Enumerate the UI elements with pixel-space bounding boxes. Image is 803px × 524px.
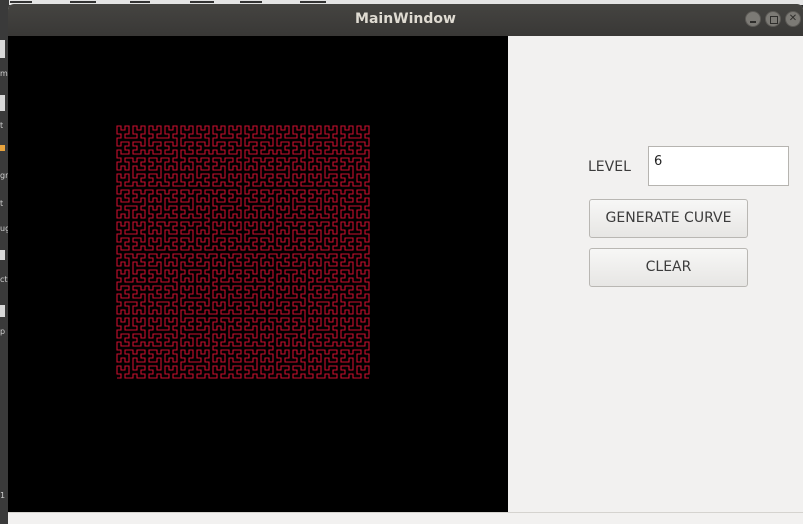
background-fragment: p: [0, 327, 6, 336]
close-icon: ✕: [788, 13, 798, 24]
level-input[interactable]: [648, 146, 789, 186]
background-fragment: m: [0, 69, 8, 78]
hilbert-curve: [116, 125, 370, 379]
minimize-icon: [750, 21, 756, 23]
window-title: MainWindow: [355, 11, 456, 27]
minimize-button[interactable]: [745, 11, 761, 27]
main-window: MainWindow ✕ LEVEL GENERATE CURVE CLEAR: [8, 4, 803, 524]
level-label: LEVEL: [588, 159, 631, 175]
maximize-button[interactable]: [765, 11, 781, 27]
close-button[interactable]: ✕: [785, 11, 801, 27]
background-fragment: 1: [0, 491, 6, 500]
background-fragment: t: [0, 121, 4, 130]
clear-button[interactable]: CLEAR: [589, 248, 748, 287]
generate-curve-button[interactable]: GENERATE CURVE: [589, 199, 748, 238]
background-fragment: t: [0, 199, 4, 208]
maximize-icon: [770, 16, 778, 24]
background-fragment: ct: [0, 275, 8, 284]
curve-svg: [116, 125, 370, 379]
title-bar[interactable]: MainWindow ✕: [8, 4, 803, 36]
status-bar: [8, 512, 803, 524]
control-panel: LEVEL GENERATE CURVE CLEAR: [508, 36, 803, 512]
drawing-canvas[interactable]: [8, 36, 508, 512]
